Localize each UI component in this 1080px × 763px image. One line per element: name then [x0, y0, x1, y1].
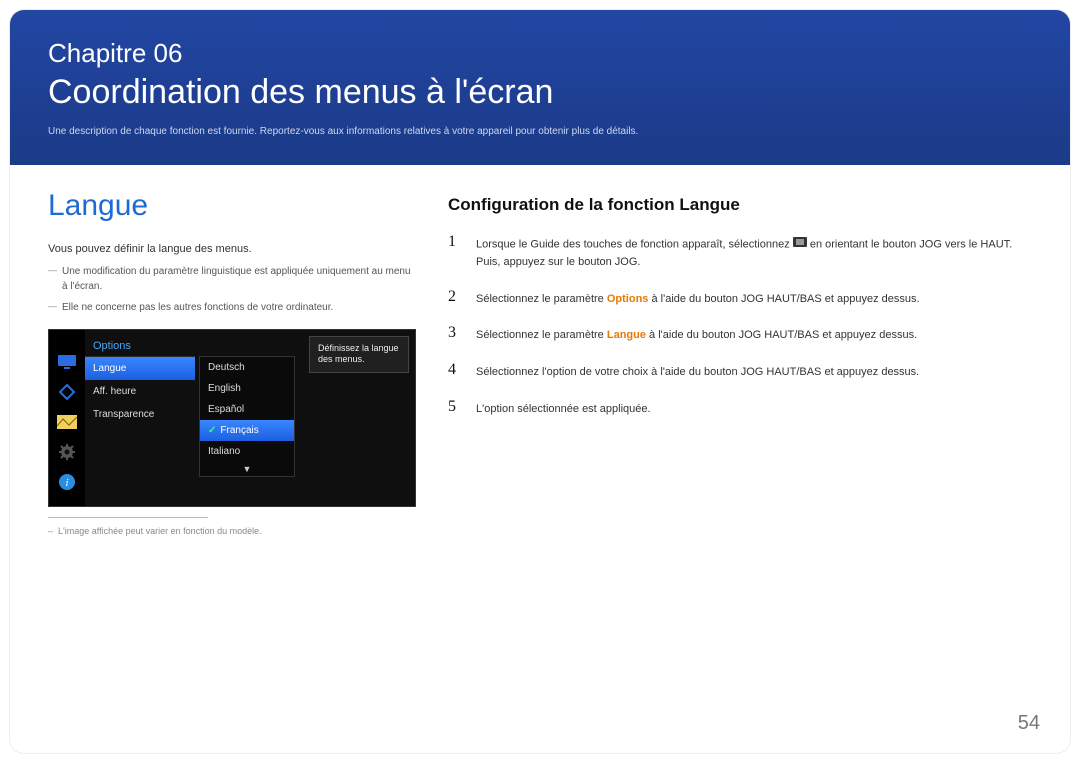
page-number: 54 — [1018, 712, 1040, 735]
step-text-pre: Sélectionnez le paramètre — [476, 329, 607, 341]
step-option: Langue — [607, 329, 646, 341]
step-text: L'option sélectionnée est appliquée. — [476, 398, 651, 419]
langue-note-1: Une modification du paramètre linguistiq… — [48, 264, 418, 294]
osd-menu-item: Langue — [85, 357, 195, 380]
svg-text:i: i — [65, 477, 68, 489]
footnote-divider — [48, 517, 208, 518]
step-text-pre: Sélectionnez le paramètre — [476, 293, 607, 305]
step-text: Sélectionnez le paramètre Options à l'ai… — [476, 288, 920, 309]
step-number: 3 — [448, 324, 462, 345]
content-area: Langue Vous pouvez définir la langue des… — [10, 165, 1070, 536]
step-number: 4 — [448, 361, 462, 382]
section-title-langue: Langue — [48, 189, 418, 223]
langue-intro: Vous pouvez définir la langue des menus. — [48, 241, 418, 258]
osd-sub-item: Deutsch — [200, 357, 294, 378]
check-icon: ✓ — [208, 425, 216, 436]
chevron-down-icon: ▼ — [200, 462, 294, 476]
config-title: Configuration de la fonction Langue — [448, 195, 1032, 215]
monitor-icon — [56, 352, 78, 372]
step-5: 5 L'option sélectionnée est appliquée. — [448, 398, 1032, 419]
step-text: Sélectionnez l'option de votre choix à l… — [476, 361, 919, 382]
step-text: Lorsque le Guide des touches de fonction… — [476, 233, 1032, 272]
osd-sub-item-selected: ✓ Français — [200, 420, 294, 441]
step-number: 5 — [448, 398, 462, 419]
menu-icon — [793, 236, 807, 254]
info-icon: i — [56, 472, 78, 492]
steps-list: 1 Lorsque le Guide des touches de foncti… — [448, 233, 1032, 418]
osd-sub-item: English — [200, 378, 294, 399]
step-2: 2 Sélectionnez le paramètre Options à l'… — [448, 288, 1032, 309]
right-column: Configuration de la fonction Langue 1 Lo… — [448, 189, 1032, 536]
step-number: 1 — [448, 233, 462, 272]
chapter-description: Une description de chaque fonction est f… — [48, 126, 1032, 137]
osd-sub-item-label: Français — [220, 425, 258, 436]
osd-tooltip: Définissez la langue des menus. — [309, 336, 409, 373]
osd-menu-item: Aff. heure — [85, 380, 195, 403]
footnote-text: L'image affichée peut varier en fonction… — [48, 526, 418, 536]
manual-page: Chapitre 06 Coordination des menus à l'é… — [10, 10, 1070, 753]
step-text-post: à l'aide du bouton JOG HAUT/BAS et appuy… — [649, 329, 917, 341]
osd-sub-item: Español — [200, 399, 294, 420]
osd-submenu: Deutsch English Español ✓ Français Itali… — [199, 356, 295, 477]
picture-icon — [56, 412, 78, 432]
chapter-label: Chapitre 06 — [48, 38, 1032, 69]
osd-menu-item: Transparence — [85, 403, 195, 426]
left-column: Langue Vous pouvez définir la langue des… — [48, 189, 418, 536]
step-text-pre: Lorsque le Guide des touches de fonction… — [476, 239, 793, 251]
osd-sub-item: Italiano — [200, 441, 294, 462]
step-text-post: à l'aide du bouton JOG HAUT/BAS et appuy… — [651, 293, 919, 305]
chapter-header: Chapitre 06 Coordination des menus à l'é… — [10, 10, 1070, 165]
osd-menu-header: Options — [85, 334, 195, 357]
step-text: Sélectionnez le paramètre Langue à l'aid… — [476, 324, 917, 345]
step-4: 4 Sélectionnez l'option de votre choix à… — [448, 361, 1032, 382]
step-number: 2 — [448, 288, 462, 309]
step-3: 3 Sélectionnez le paramètre Langue à l'a… — [448, 324, 1032, 345]
osd-screenshot: i Options Langue Aff. heure Transparence… — [48, 329, 416, 507]
osd-main-panel: Options Langue Aff. heure Transparence D… — [85, 330, 415, 506]
osd-menu-list: Options Langue Aff. heure Transparence — [85, 330, 195, 506]
step-1: 1 Lorsque le Guide des touches de foncti… — [448, 233, 1032, 272]
osd-sidebar-icons: i — [49, 330, 85, 506]
gear-icon — [56, 442, 78, 462]
step-option: Options — [607, 293, 649, 305]
chapter-title: Coordination des menus à l'écran — [48, 73, 1032, 112]
langue-note-2: Elle ne concerne pas les autres fonction… — [48, 300, 418, 315]
diamond-icon — [56, 382, 78, 402]
